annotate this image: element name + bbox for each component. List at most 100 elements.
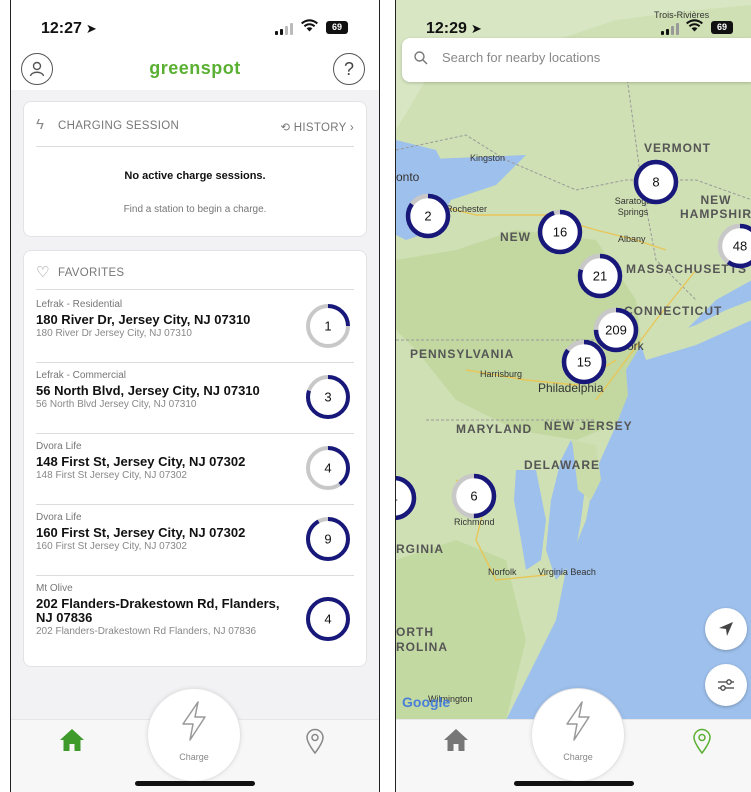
favorite-address: 160 First St, Jersey City, NJ 07302 (36, 525, 246, 540)
favorites-card: ♡ FAVORITES Lefrak - Residential 180 Rive… (23, 250, 367, 667)
search-bar[interactable] (402, 38, 751, 82)
ring-count: 4 (324, 612, 331, 627)
cluster-ring: 48 (717, 223, 751, 269)
availability-ring: 9 (306, 517, 350, 561)
favorite-item[interactable]: Lefrak - Residential 180 River Dr, Jersey… (36, 291, 354, 363)
sliders-icon (718, 679, 734, 691)
no-sessions-subtitle: Find a station to begin a charge. (123, 204, 267, 215)
map-label-north-carolina-line1: ORTH (396, 625, 434, 639)
cluster-ring: 8 (633, 159, 679, 205)
map-pin-icon (693, 728, 711, 755)
favorite-subaddress: 56 North Blvd Jersey City, NJ 07310 (36, 399, 197, 410)
history-link[interactable]: ⟲ HISTORY › (280, 120, 354, 134)
home-icon (444, 729, 468, 751)
home-indicator (514, 781, 634, 786)
station-cluster-marker[interactable]: 8 (632, 158, 680, 211)
map-label-toronto: onto (396, 170, 420, 184)
location-arrow-icon: ➤ (85, 21, 97, 36)
cluster-ring: 15 (561, 339, 607, 385)
map-label-maryland: MARYLAND (456, 422, 533, 436)
cluster-ring: 21 (577, 253, 623, 299)
favorites-header: ♡ FAVORITES (36, 251, 354, 290)
signal-icon (661, 23, 683, 35)
filter-button[interactable] (705, 664, 747, 706)
app-logo: greenspot (149, 58, 241, 78)
charging-session-card: ϟ CHARGING SESSION ⟲ HISTORY › No active… (23, 101, 367, 237)
favorite-address: 56 North Blvd, Jersey City, NJ 07310 (36, 383, 260, 398)
tab-map[interactable] (305, 728, 325, 759)
map-label-new-hampshire: NEW HAMPSHIRE (680, 193, 751, 221)
map-label-virginia: RGINIA (396, 542, 444, 556)
station-cluster-marker[interactable]: 21 (576, 252, 624, 305)
ring-count: 4 (324, 461, 331, 476)
map-screen: 12:29➤ Trois-Rivières 69 VERMONT NEW HAM… (395, 0, 751, 792)
station-cluster-marker[interactable]: 6 (450, 472, 498, 525)
favorite-item[interactable]: Lefrak - Commercial 56 North Blvd, Jersey… (36, 362, 354, 434)
charge-label: Charge (563, 752, 593, 762)
wifi-icon (686, 19, 703, 36)
map-label-delaware: DELAWARE (524, 458, 601, 472)
availability-ring: 3 (306, 375, 350, 419)
ring-count: 1 (324, 319, 331, 334)
ring-count: 6 (470, 489, 477, 504)
cluster-ring: 6 (451, 473, 497, 519)
location-arrow-icon: ➤ (470, 21, 482, 36)
wifi-icon (301, 19, 318, 36)
bolt-icon: ϟ (36, 116, 45, 133)
tab-home[interactable] (443, 728, 469, 757)
battery-icon: 69 (326, 21, 348, 34)
availability-ring: 4 (306, 446, 350, 490)
charging-session-header: ϟ CHARGING SESSION ⟲ HISTORY › (36, 102, 354, 147)
ring-count: 209 (605, 323, 627, 338)
status-time: 12:29 ➤ (426, 20, 482, 37)
ring-count: 4 (395, 491, 398, 506)
map-pin-icon (306, 728, 324, 755)
charging-session-title: CHARGING SESSION (58, 120, 180, 132)
map-label-vermont: VERMONT (644, 141, 711, 155)
battery-icon: 69 (711, 21, 733, 34)
favorite-item[interactable]: Dvora Life 148 First St, Jersey City, NJ … (36, 433, 354, 505)
home-indicator (135, 781, 255, 786)
ring-count: 2 (424, 209, 431, 224)
favorite-address: 202 Flanders-Drakestown Rd, Flanders, NJ… (36, 596, 280, 625)
tab-charge[interactable]: Charge (531, 688, 625, 782)
map-label-north-carolina-line2: ROLINA (396, 640, 448, 654)
favorite-operator: Dvora Life (36, 512, 82, 523)
no-sessions-title: No active charge sessions. (124, 170, 266, 182)
tab-charge[interactable]: Charge (147, 688, 241, 782)
search-input[interactable] (440, 49, 744, 66)
navigation-arrow-icon (719, 622, 733, 636)
availability-ring: 1 (306, 304, 350, 348)
favorite-item[interactable]: Dvora Life 160 First St, Jersey City, NJ … (36, 504, 354, 576)
favorite-item[interactable]: Mt Olive 202 Flanders-Drakestown Rd, Flan… (36, 575, 354, 663)
map-label-norfolk: Norfolk (488, 567, 517, 577)
history-icon: ⟲ (280, 122, 291, 134)
ring-count: 15 (577, 355, 591, 370)
station-cluster-marker[interactable]: 48 (716, 222, 751, 275)
ring-count: 48 (733, 239, 747, 254)
bolt-icon (148, 701, 240, 750)
tab-home[interactable] (59, 728, 85, 757)
tab-map[interactable] (692, 728, 712, 759)
question-icon: ? (343, 58, 354, 79)
recenter-button[interactable] (705, 608, 747, 650)
favorite-address: 180 River Dr, Jersey City, NJ 07310 (36, 312, 251, 327)
map-label-new-york: NEW (500, 230, 531, 244)
station-cluster-marker[interactable]: 4 (395, 474, 418, 527)
station-cluster-marker[interactable]: 15 (560, 338, 608, 391)
map-view[interactable] (396, 0, 751, 792)
ring-count: 21 (593, 269, 607, 284)
station-cluster-marker[interactable]: 2 (404, 192, 452, 245)
favorite-subaddress: 202 Flanders-Drakestown Rd Flanders, NJ … (36, 626, 257, 637)
favorites-screen: 12:27 ➤ 69 greenspot ? ϟ CHARGING SESSION… (10, 0, 380, 792)
ring-count: 8 (652, 175, 659, 190)
favorite-operator: Lefrak - Residential (36, 299, 123, 310)
favorite-subaddress: 180 River Dr Jersey City, NJ 07310 (36, 328, 192, 339)
status-time: 12:27 ➤ (41, 20, 97, 37)
help-button[interactable]: ? (333, 53, 365, 85)
map-label-pennsylvania: PENNSYLVANIA (410, 347, 515, 361)
favorite-subaddress: 148 First St Jersey City, NJ 07302 (36, 470, 187, 481)
charge-label: Charge (179, 752, 209, 762)
cluster-ring: 16 (537, 209, 583, 255)
home-icon (60, 729, 84, 751)
